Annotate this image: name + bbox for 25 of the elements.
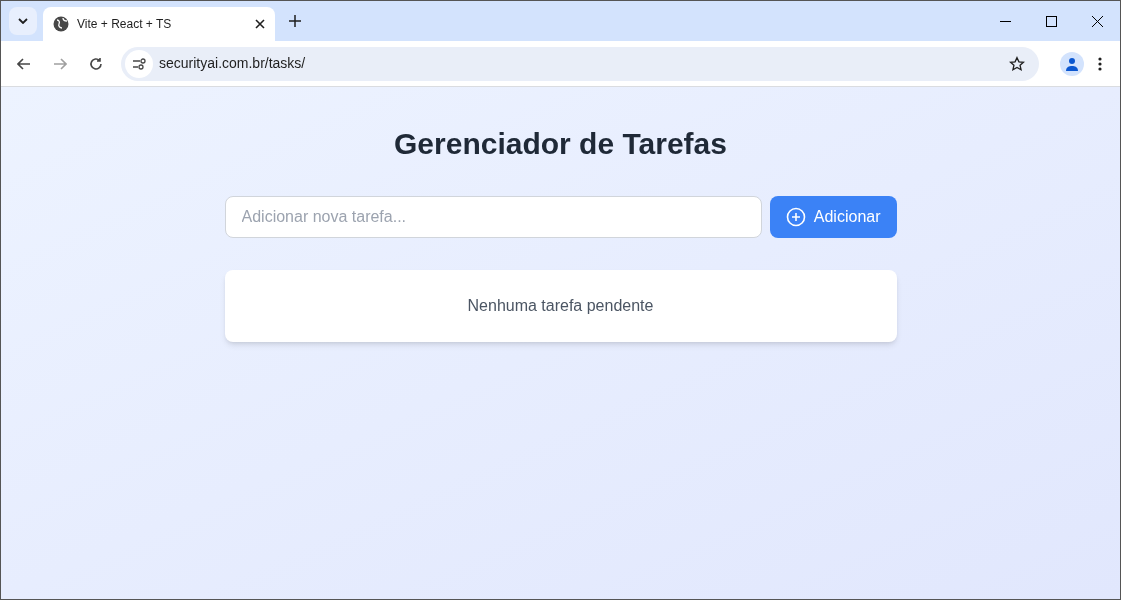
plus-icon [289,15,301,27]
profile-button[interactable] [1060,51,1084,76]
person-icon [1065,56,1079,71]
add-button[interactable]: Adicionar [769,196,897,238]
empty-message: Nenhuma tarefa pendente [467,296,654,316]
site-settings-icon [132,57,146,70]
plus-circle-icon [785,207,806,227]
reload-icon [89,56,103,71]
new-task-field[interactable]: Adicionar nova tarefa... [224,196,762,238]
forward-arrow-icon [53,57,67,70]
close-icon [1091,15,1103,27]
page-title: Gerenciador de Tarefas [394,126,727,162]
star-icon[interactable] [1009,55,1025,72]
globe-icon [53,16,69,32]
chevron-down-icon [18,18,28,24]
tab-title: Vite + React + TS [77,16,173,33]
minimize-icon [999,20,1011,22]
close-icon[interactable] [255,19,265,29]
maximize-icon [1045,15,1057,27]
url-text: securityai.com.br/tasks/ [159,54,306,73]
address-bar[interactable]: securityai.com.br/tasks/ [121,46,1039,81]
more-vertical-icon [1098,56,1102,71]
back-arrow-icon [17,57,31,70]
browser-tab[interactable]: Vite + React + TS [43,7,275,41]
tab-search-button[interactable] [9,7,37,35]
